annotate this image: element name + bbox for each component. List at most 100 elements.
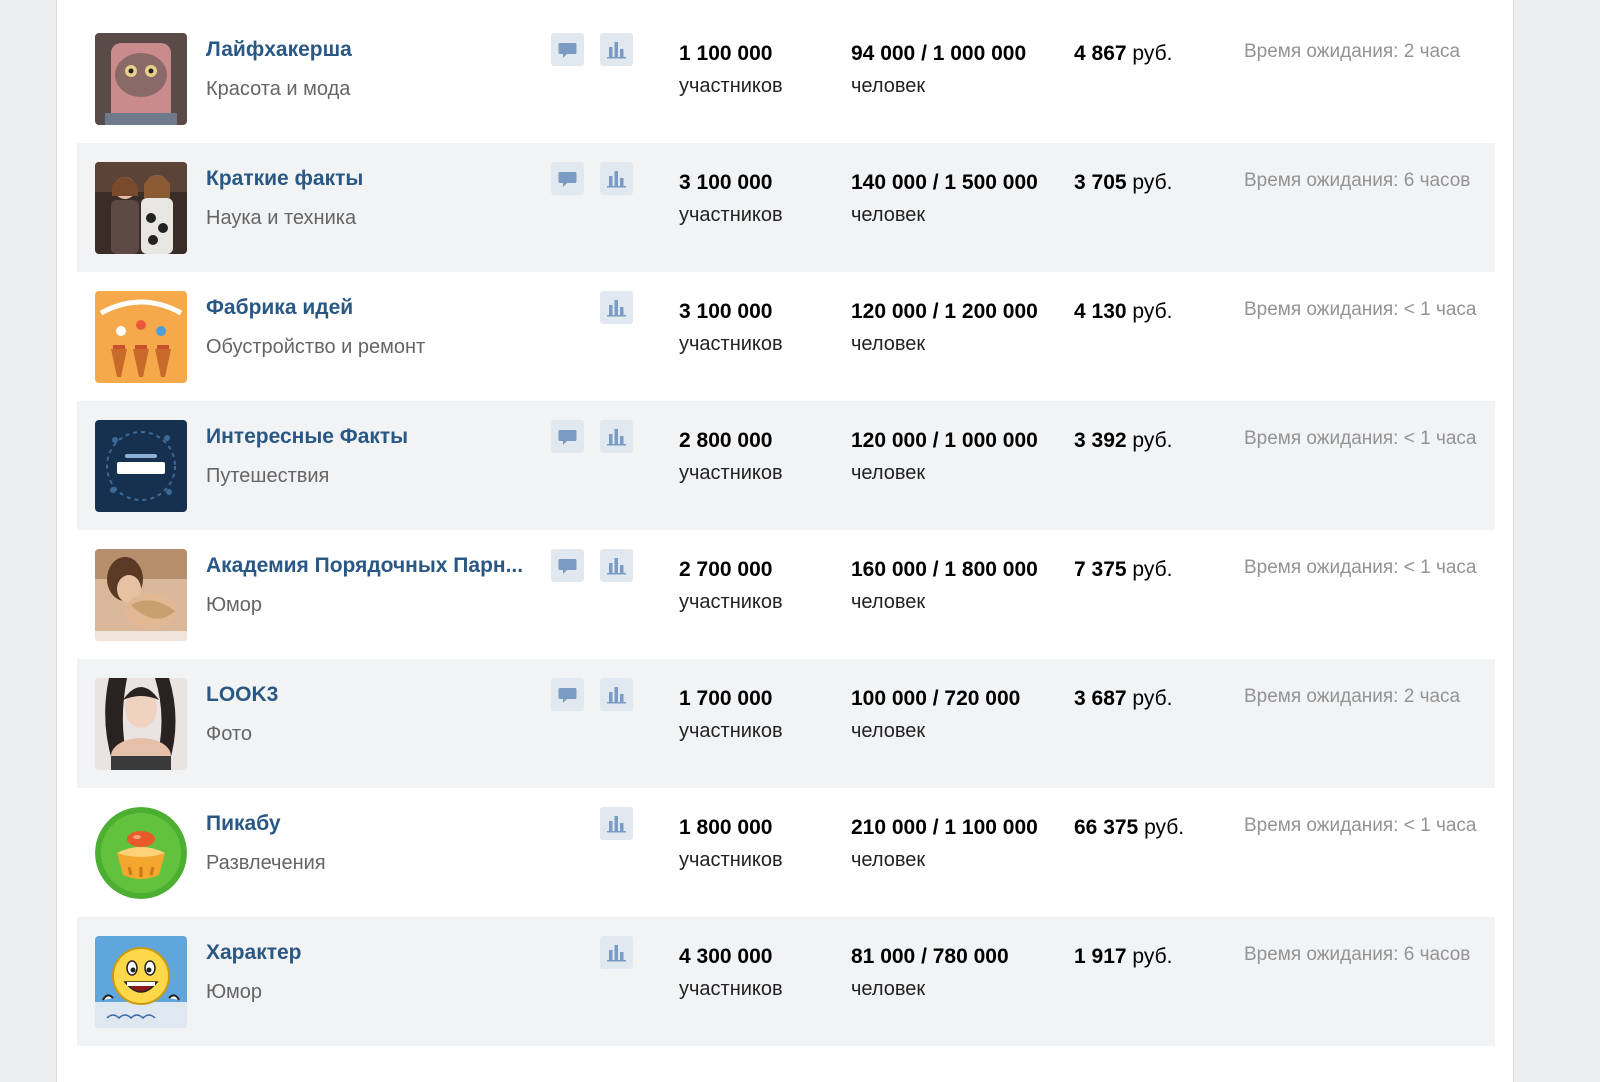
members-count: 2 800 000 участников (679, 425, 783, 489)
members-label: участников (679, 978, 783, 1000)
community-name[interactable]: Интересные Факты (206, 425, 536, 449)
community-avatar[interactable] (95, 549, 187, 641)
price-value: 4 130 (1074, 300, 1127, 323)
stats-button[interactable] (600, 807, 633, 840)
members-label: участников (679, 75, 783, 97)
community-avatar[interactable] (95, 33, 187, 125)
community-avatar[interactable] (95, 420, 187, 512)
price-currency: руб. (1138, 816, 1185, 839)
stats-button[interactable] (600, 33, 633, 66)
reach-count: 120 000 / 1 000 000 человек (851, 425, 1038, 489)
stats-button[interactable] (600, 549, 633, 582)
community-name[interactable]: Пикабу (206, 812, 536, 836)
community-avatar[interactable] (95, 291, 187, 383)
community-avatar[interactable] (95, 936, 187, 1028)
community-list-panel: Лайфхакерша Красота и мода 1 100 000 уча… (56, 0, 1514, 1082)
reach-value: 210 000 / 1 100 000 (851, 816, 1038, 839)
reach-value: 120 000 / 1 000 000 (851, 429, 1038, 452)
reach-label: человек (851, 333, 926, 355)
members-count: 1 100 000 участников (679, 38, 783, 102)
community-row: Академия Порядочных Парн... Юмор 2 700 0… (77, 530, 1495, 659)
members-count: 4 300 000 участников (679, 941, 783, 1005)
stats-button[interactable] (600, 936, 633, 969)
wait-time: Время ожидания: < 1 часа (1244, 815, 1477, 836)
bar-chart-icon (607, 945, 626, 962)
bar-chart-icon (607, 300, 626, 317)
reach-label: человек (851, 849, 926, 871)
community-name[interactable]: Характер (206, 941, 536, 965)
community-name[interactable]: Академия Порядочных Парн... (206, 554, 536, 578)
reach-count: 81 000 / 780 000 человек (851, 941, 1009, 1005)
members-label: участников (679, 849, 783, 871)
post-price: 66 375 руб. (1074, 812, 1184, 846)
reach-count: 120 000 / 1 200 000 человек (851, 296, 1038, 360)
reach-label: человек (851, 75, 926, 97)
community-avatar[interactable] (95, 807, 187, 899)
stats-button[interactable] (600, 291, 633, 324)
community-category: Путешествия (206, 465, 330, 487)
wait-time: Время ожидания: < 1 часа (1244, 299, 1477, 320)
community-avatar[interactable] (95, 162, 187, 254)
message-button[interactable] (551, 549, 584, 582)
wait-time: Время ожидания: 6 часов (1244, 170, 1471, 191)
community-row: Интересные Факты Путешествия 2 800 000 у… (77, 401, 1495, 530)
post-price: 1 917 руб. (1074, 941, 1172, 975)
price-currency: руб. (1126, 429, 1173, 452)
price-value: 7 375 (1074, 558, 1127, 581)
community-name[interactable]: Фабрика идей (206, 296, 536, 320)
post-price: 3 392 руб. (1074, 425, 1172, 459)
community-name[interactable]: Краткие факты (206, 167, 536, 191)
reach-count: 140 000 / 1 500 000 человек (851, 167, 1038, 231)
members-count: 1 700 000 участников (679, 683, 783, 747)
members-value: 2 800 000 (679, 429, 773, 452)
price-value: 3 687 (1074, 687, 1127, 710)
members-value: 2 700 000 (679, 558, 773, 581)
community-category: Юмор (206, 981, 262, 1003)
bar-chart-icon (607, 687, 626, 704)
bar-chart-icon (607, 429, 626, 446)
members-label: участников (679, 204, 783, 226)
community-row: Пикабу Развлечения 1 800 000 участников … (77, 788, 1495, 917)
bar-chart-icon (607, 42, 626, 59)
community-row: Характер Юмор 4 300 000 участников 81 00… (77, 917, 1495, 1046)
reach-value: 160 000 / 1 800 000 (851, 558, 1038, 581)
message-button[interactable] (551, 162, 584, 195)
community-avatar[interactable] (95, 678, 187, 770)
members-value: 1 700 000 (679, 687, 773, 710)
reach-count: 210 000 / 1 100 000 человек (851, 812, 1038, 876)
community-row: Краткие факты Наука и техника 3 100 000 … (77, 143, 1495, 272)
price-currency: руб. (1126, 945, 1173, 968)
reach-value: 100 000 / 720 000 (851, 687, 1021, 710)
members-count: 3 100 000 участников (679, 167, 783, 231)
wait-time: Время ожидания: < 1 часа (1244, 428, 1477, 449)
bar-chart-icon (607, 171, 626, 188)
community-name[interactable]: Лайфхакерша (206, 38, 536, 62)
message-icon (558, 43, 577, 58)
message-button[interactable] (551, 678, 584, 711)
price-value: 66 375 (1074, 816, 1139, 839)
members-label: участников (679, 333, 783, 355)
wait-time: Время ожидания: 6 часов (1244, 944, 1471, 965)
post-price: 7 375 руб. (1074, 554, 1172, 588)
community-name[interactable]: LOOK3 (206, 683, 536, 707)
message-button[interactable] (551, 33, 584, 66)
stats-button[interactable] (600, 678, 633, 711)
reach-value: 94 000 / 1 000 000 (851, 42, 1027, 65)
reach-value: 120 000 / 1 200 000 (851, 300, 1038, 323)
stats-button[interactable] (600, 420, 633, 453)
message-button[interactable] (551, 420, 584, 453)
members-value: 1 100 000 (679, 42, 773, 65)
price-currency: руб. (1126, 687, 1173, 710)
price-value: 3 392 (1074, 429, 1127, 452)
members-value: 4 300 000 (679, 945, 773, 968)
message-icon (558, 172, 577, 187)
bar-chart-icon (607, 816, 626, 833)
community-category: Наука и техника (206, 207, 357, 229)
community-category: Юмор (206, 594, 262, 616)
reach-count: 160 000 / 1 800 000 человек (851, 554, 1038, 618)
community-category: Развлечения (206, 852, 326, 874)
price-value: 3 705 (1074, 171, 1127, 194)
stats-button[interactable] (600, 162, 633, 195)
price-currency: руб. (1126, 42, 1173, 65)
reach-value: 81 000 / 780 000 (851, 945, 1009, 968)
